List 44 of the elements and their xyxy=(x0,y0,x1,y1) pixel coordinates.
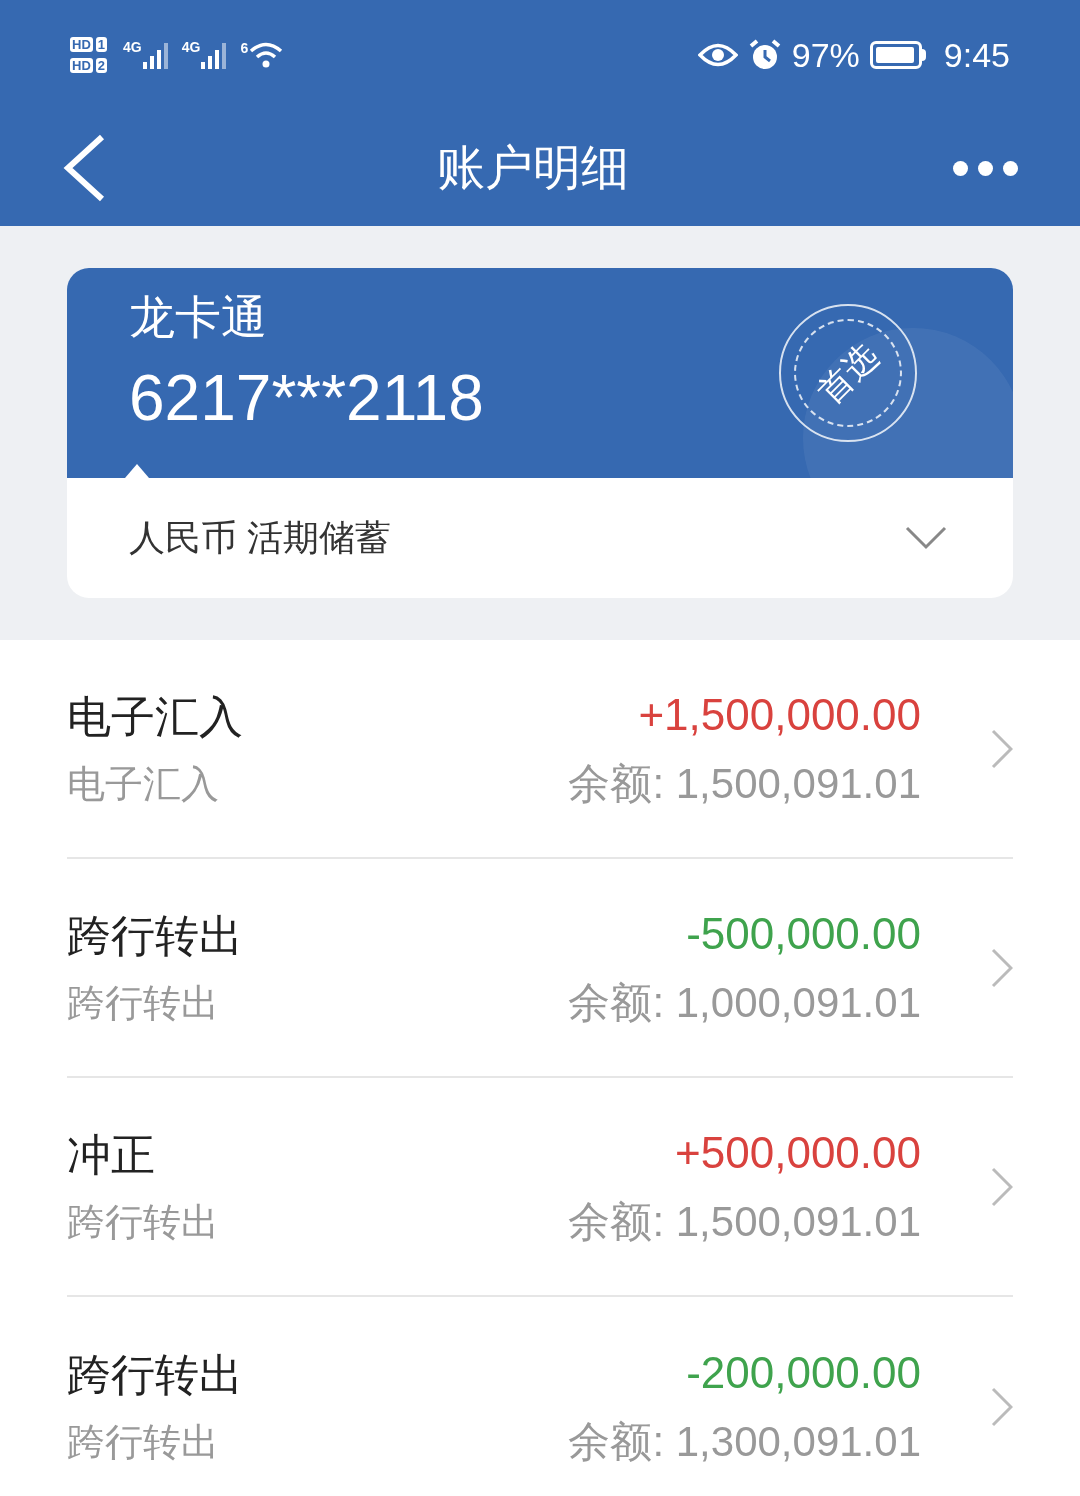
wifi-icon xyxy=(249,41,284,69)
clock-time: 9:45 xyxy=(943,38,1010,72)
chevron-right-icon xyxy=(991,728,1013,769)
transaction-title: 跨行转出 xyxy=(67,1352,243,1397)
transaction-amount: +1,500,000.00 xyxy=(638,692,921,737)
sim-slot-badge: 2 xyxy=(95,58,107,73)
transaction-subtitle: 电子汇入 xyxy=(67,764,220,803)
preferred-stamp: 首选 xyxy=(779,304,917,442)
transaction-row[interactable]: 冲正 跨行转出 +500,000.00 余额: 1,500,091.01 xyxy=(67,1078,1013,1297)
battery-percent: 97% xyxy=(791,38,860,72)
transaction-title: 冲正 xyxy=(67,1132,156,1177)
network-type-label: 4G xyxy=(123,40,142,54)
transaction-subtitle: 跨行转出 xyxy=(67,983,220,1022)
balance-text: 余额: 1,500,091.01 xyxy=(568,1200,921,1243)
chevron-right-icon xyxy=(991,1166,1013,1207)
transaction-row[interactable]: 跨行转出 跨行转出 -200,000.00 余额: 1,300,091.01 xyxy=(67,1297,1013,1496)
hd-badge: HD xyxy=(70,58,93,73)
sim-slot-badge: 1 xyxy=(95,37,107,52)
pointer-notch xyxy=(125,464,149,478)
transaction-amount: -200,000.00 xyxy=(686,1350,921,1395)
network-type-label: 4G xyxy=(181,40,201,54)
chevron-right-icon xyxy=(991,1386,1013,1427)
page-title: 账户明细 xyxy=(436,140,629,196)
transaction-title: 跨行转出 xyxy=(67,913,243,958)
balance-text: 余额: 1,500,091.01 xyxy=(568,762,921,805)
wifi-band-label: 6 xyxy=(240,41,249,55)
transaction-row[interactable]: 电子汇入 电子汇入 +1,500,000.00 余额: 1,500,091.01 xyxy=(67,640,1013,859)
transaction-title: 电子汇入 xyxy=(67,694,243,739)
transaction-row[interactable]: 跨行转出 跨行转出 -500,000.00 余额: 1,000,091.01 xyxy=(67,859,1013,1078)
account-type-dropdown[interactable]: 人民币 活期储蓄 xyxy=(67,478,1013,598)
chevron-down-icon xyxy=(905,526,947,550)
alarm-clock-icon xyxy=(747,38,782,72)
balance-text: 余额: 1,000,091.01 xyxy=(568,981,921,1024)
transaction-amount: -500,000.00 xyxy=(686,911,921,956)
account-name: 龙卡通 xyxy=(129,294,268,340)
battery-icon xyxy=(869,41,926,69)
transaction-subtitle: 跨行转出 xyxy=(67,1202,219,1241)
transaction-subtitle: 跨行转出 xyxy=(67,1422,220,1461)
chevron-right-icon xyxy=(991,947,1013,988)
hd-badge: HD xyxy=(70,37,93,52)
balance-text: 余额: 1,300,091.01 xyxy=(568,1420,921,1463)
eye-icon xyxy=(697,42,738,68)
card-number: 6217***2118 xyxy=(129,366,484,430)
transaction-amount: +500,000.00 xyxy=(675,1130,921,1175)
